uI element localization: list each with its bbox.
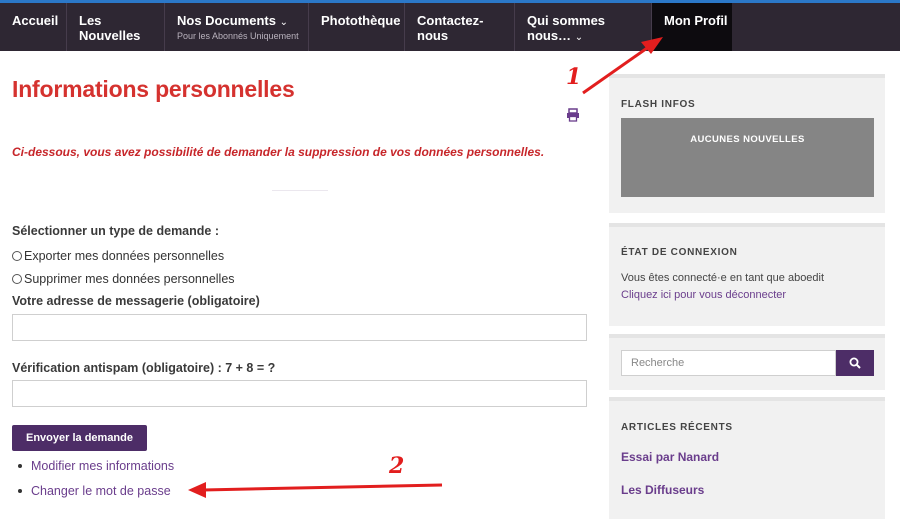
annotation-marker-1: 1 xyxy=(566,64,582,90)
list-item: Changer le mot de passe xyxy=(18,484,171,498)
chevron-down-icon: ⌄ xyxy=(279,17,288,28)
intro-text: Ci-dessous, vous avez possibilité de dem… xyxy=(12,145,545,159)
connexion-status: Vous êtes connecté·e en tant que aboedit xyxy=(621,272,825,284)
annotation-marker-2: 2 xyxy=(389,453,405,479)
nav-label: Contactez-nous xyxy=(417,13,484,43)
recent-article-link[interactable]: Les Diffuseurs xyxy=(621,483,704,497)
widget-title: ARTICLES RÉCENTS xyxy=(621,422,733,433)
radio-export-label: Exporter mes données personnelles xyxy=(24,249,225,263)
nav-item-phototheque[interactable]: Photothèque xyxy=(309,3,405,51)
nav-label: Les Nouvelles xyxy=(79,13,141,43)
widget-title: ÉTAT DE CONNEXION xyxy=(621,247,738,258)
nav-label: Photothèque xyxy=(321,13,401,28)
email-field[interactable] xyxy=(12,314,587,341)
nav-item-nos-documents[interactable]: Nos Documents ⌄ Pour les Abonnés Uniquem… xyxy=(165,3,309,51)
search-widget: Recherche xyxy=(609,334,885,390)
nav-label: Mon Profil xyxy=(664,13,728,28)
radio-delete-label: Supprimer mes données personnelles xyxy=(24,272,235,286)
annotation-arrow-2 xyxy=(188,482,443,498)
nav-label: Nos Documents xyxy=(177,13,276,28)
bullet xyxy=(18,464,22,468)
request-type-label: Sélectionner un type de demande : xyxy=(12,224,219,238)
email-label: Votre adresse de messagerie (obligatoire… xyxy=(12,294,260,308)
nav-sublabel: Pour les Abonnés Uniquement xyxy=(177,31,299,41)
nav-item-qui-sommes-nous[interactable]: Qui sommes nous… ⌄ xyxy=(515,3,652,51)
search-input[interactable]: Recherche xyxy=(621,350,836,376)
nav-item-accueil[interactable]: Accueil xyxy=(0,3,67,51)
list-item: Modifier mes informations xyxy=(18,459,174,473)
main-navigation: Accueil Les Nouvelles Nos Documents ⌄ Po… xyxy=(0,3,900,51)
radio-delete[interactable] xyxy=(12,274,22,284)
submit-request-button[interactable]: Envoyer la demande xyxy=(12,425,147,451)
widget-title: FLASH INFOS xyxy=(621,99,696,110)
logout-link[interactable]: Cliquez ici pour vous déconnecter xyxy=(621,289,786,301)
antispam-label: Vérification antispam (obligatoire) : 7 … xyxy=(12,361,276,375)
bullet xyxy=(18,489,22,493)
change-password-link[interactable]: Changer le mot de passe xyxy=(31,484,171,498)
radio-export-row[interactable]: Exporter mes données personnelles xyxy=(12,249,224,263)
nav-item-mon-profil[interactable]: Mon Profil xyxy=(652,3,732,51)
recent-article-link[interactable]: Essai par Nanard xyxy=(621,450,719,464)
edit-info-link[interactable]: Modifier mes informations xyxy=(31,459,174,473)
radio-delete-row[interactable]: Supprimer mes données personnelles xyxy=(12,272,235,286)
flash-news-box: AUCUNES NOUVELLES xyxy=(621,118,874,197)
nav-label: Accueil xyxy=(12,13,59,28)
page-title: Informations personnelles xyxy=(12,76,295,102)
connexion-widget: ÉTAT DE CONNEXION Vous êtes connecté·e e… xyxy=(609,223,885,326)
chevron-down-icon: ⌄ xyxy=(574,32,584,43)
radio-export[interactable] xyxy=(12,251,22,261)
search-button[interactable] xyxy=(836,350,874,376)
nav-item-les-nouvelles[interactable]: Les Nouvelles xyxy=(67,3,165,51)
print-icon[interactable] xyxy=(566,108,580,122)
flash-infos-widget: FLASH INFOS AUCUNES NOUVELLES xyxy=(609,74,885,213)
recent-articles-widget: ARTICLES RÉCENTS Essai par Nanard Les Di… xyxy=(609,397,885,519)
nav-item-contactez-nous[interactable]: Contactez-nous xyxy=(405,3,515,51)
nav-label: Qui sommes nous… xyxy=(527,13,606,43)
divider xyxy=(272,190,328,191)
antispam-field[interactable] xyxy=(12,380,587,407)
search-icon xyxy=(849,357,861,369)
